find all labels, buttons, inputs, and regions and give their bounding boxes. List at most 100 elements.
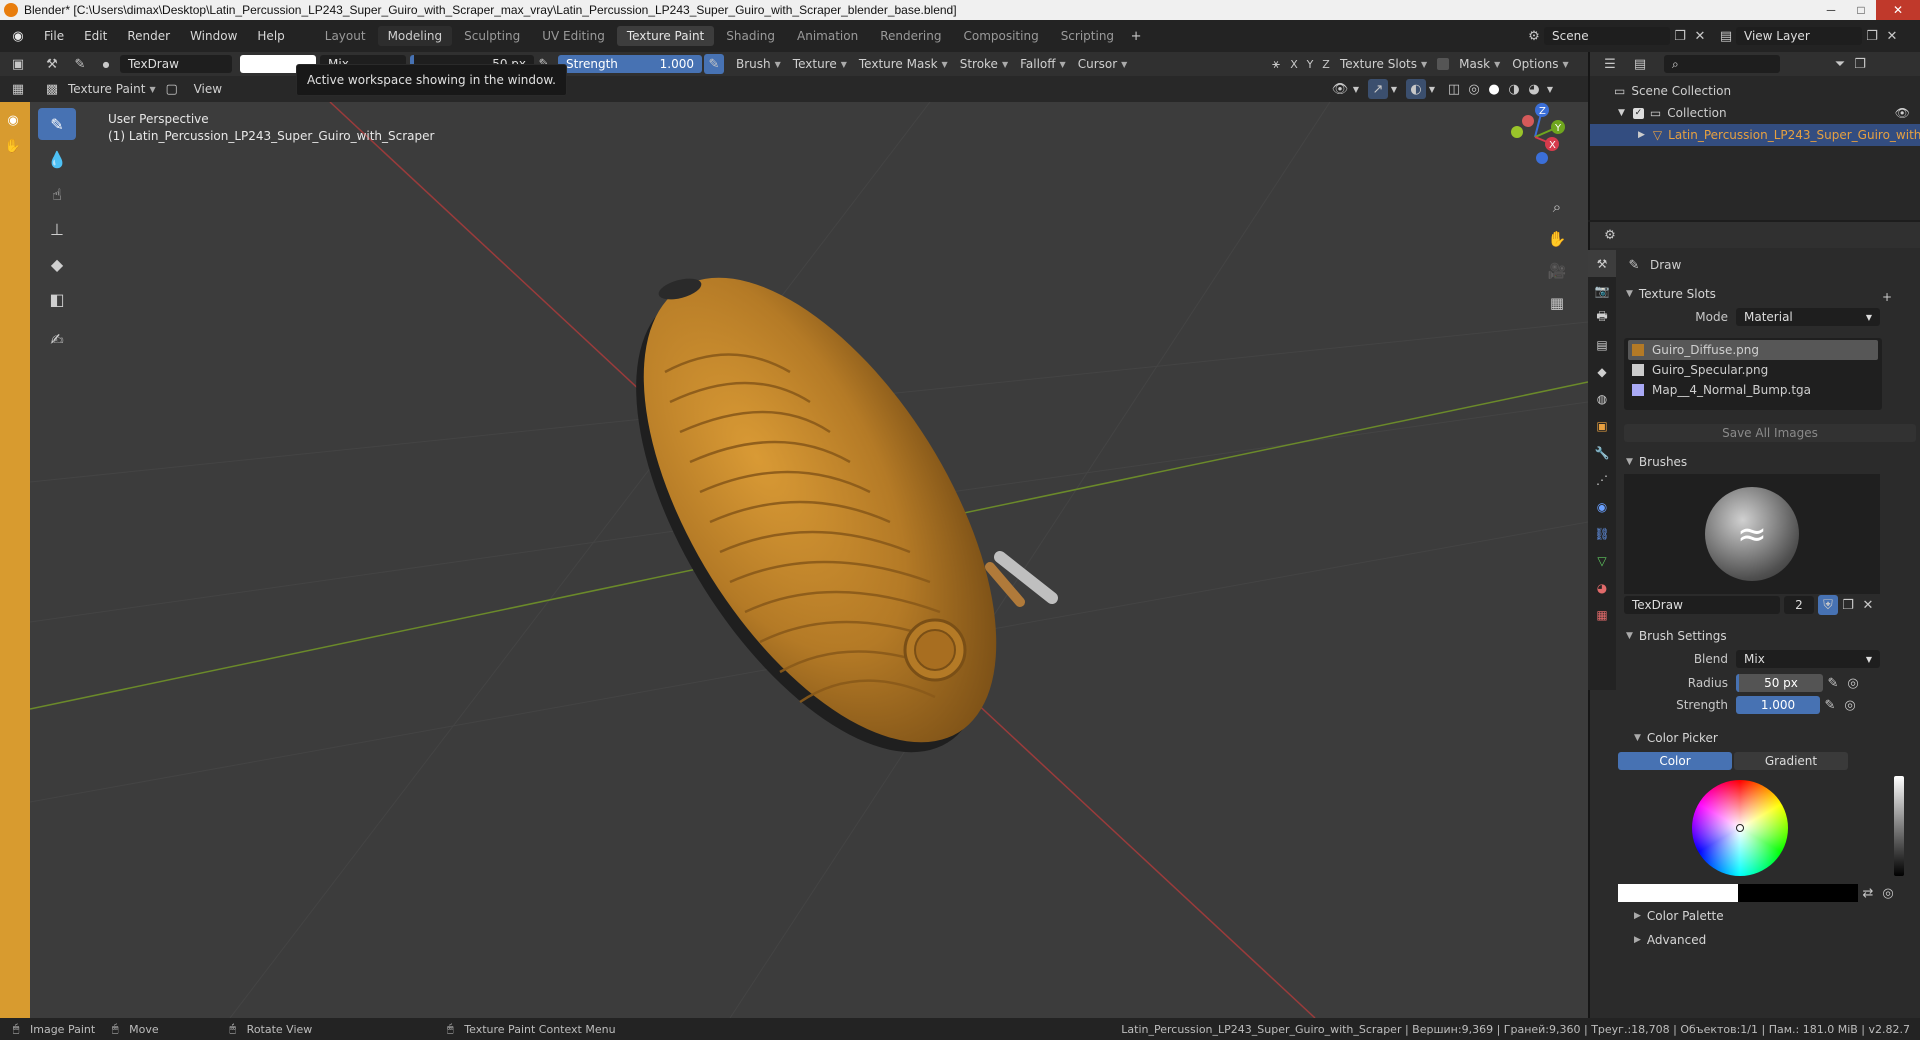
mirror-y-toggle[interactable]: Y [1302,54,1318,74]
symmetry-icon[interactable]: ⚹ [1266,54,1286,74]
xray-icon[interactable]: ◫ [1444,79,1464,99]
wireframe-shading-icon[interactable]: ◎ [1464,79,1484,99]
add-texture-slot-icon[interactable]: + [1882,290,1892,304]
blender-menu-icon[interactable]: ◉ [8,26,28,46]
properties-editor-icon[interactable]: ⚙ [1600,225,1620,245]
new-view-layer-icon[interactable]: ❐ [1862,26,1882,46]
viewport-editor-icon[interactable]: ▦ [8,79,28,99]
stroke-menu[interactable]: Stroke ▼ [954,55,1014,73]
outliner-editor-icon[interactable]: ☰ [1600,54,1620,74]
scene-field[interactable]: Scene [1544,27,1670,45]
tool-icon[interactable]: ⚒ [42,54,62,74]
gizmo-icon[interactable]: ↗ [1368,79,1388,99]
texture-slots-section[interactable]: ▼ Texture Slots [1618,282,1914,306]
mask-tool[interactable]: ◧ [38,283,76,315]
brush-name-field[interactable]: TexDraw [120,55,232,73]
texture-slots-menu[interactable]: Texture Slots ▼ [1334,55,1433,73]
primary-color-swatch[interactable] [1618,884,1738,902]
radius-pressure-toggle-icon[interactable]: ✎ [1823,673,1843,693]
tab-scripting[interactable]: Scripting [1051,26,1124,46]
texture-mask-menu[interactable]: Texture Mask ▼ [853,55,954,73]
fake-user-icon[interactable]: ⛨ [1818,595,1838,615]
color-palette-section[interactable]: ▶ Color Palette [1618,904,1914,928]
particles-properties-icon[interactable]: ⋰ [1588,466,1616,493]
overlays-icon[interactable]: ◐ [1406,79,1426,99]
zoom-icon[interactable]: ⌕ [1544,194,1570,220]
physics-properties-icon[interactable]: ◉ [1588,493,1616,520]
collection-checkbox[interactable]: ✓ [1632,107,1644,119]
tool-properties-icon[interactable]: ⚒ [1588,250,1616,277]
texture-slot-item[interactable]: Guiro_Diffuse.png [1628,340,1878,360]
strength-slider[interactable]: 1.000 [1736,696,1820,714]
color-picker-section[interactable]: ▼ Color Picker [1618,726,1914,750]
texture-properties-icon[interactable]: ▦ [1588,601,1616,628]
strength-pressure-toggle-icon[interactable]: ✎ [1820,695,1840,715]
outliner-display-icon[interactable]: ▤ [1630,54,1650,74]
menu-file[interactable]: File [34,29,74,43]
scene-properties-icon[interactable]: ◆ [1588,358,1616,385]
editor-type-icon[interactable]: ▣ [8,54,28,74]
outliner-search-input[interactable]: ⌕ [1664,55,1780,73]
3d-viewport[interactable]: User Perspective (1) Latin_Percussion_LP… [30,102,1588,1018]
duplicate-brush-icon[interactable]: ❐ [1838,595,1858,615]
strength-pressure-icon[interactable]: ✎ [704,54,724,74]
mask-mode-icon[interactable]: ▢ [162,79,182,99]
mask-checkbox[interactable] [1437,58,1450,70]
tab-modeling[interactable]: Modeling [377,26,453,46]
solid-shading-icon[interactable]: ● [1484,79,1504,99]
menu-edit[interactable]: Edit [74,29,117,43]
gradient-tab[interactable]: Gradient [1734,752,1848,770]
visibility-dropdown-icon[interactable]: ▼ [1350,79,1362,99]
view-menu[interactable]: View [188,80,228,98]
collection-visibility-icon[interactable]: 👁 [1895,106,1910,120]
output-properties-icon[interactable]: 🖶 [1588,304,1616,331]
unified-color-icon[interactable]: ◎ [1878,883,1898,903]
new-scene-icon[interactable]: ❐ [1670,26,1690,46]
swap-colors-icon[interactable]: ⇄ [1858,883,1878,903]
texture-slot-item[interactable]: Guiro_Specular.png [1628,360,1878,380]
ortho-grid-icon[interactable]: ▦ [1544,290,1570,316]
constraints-properties-icon[interactable]: ⛓ [1588,520,1616,547]
strip-paint-icon[interactable]: ◉ [3,110,23,130]
add-workspace-icon[interactable]: + [1126,26,1146,46]
pan-hand-icon[interactable]: ✋ [1544,226,1570,252]
menu-window[interactable]: Window [180,29,247,43]
brushes-section[interactable]: ▼ Brushes [1618,450,1914,474]
tab-sculpting[interactable]: Sculpting [454,26,530,46]
outliner-filter-icon[interactable]: ⏷ [1830,54,1850,74]
texture-menu[interactable]: Texture ▼ [787,55,853,73]
color-tab[interactable]: Color [1618,752,1732,770]
material-properties-icon[interactable]: ◕ [1588,574,1616,601]
world-properties-icon[interactable]: ◍ [1588,385,1616,412]
save-all-images-button[interactable]: Save All Images [1624,424,1916,442]
collection-label[interactable]: Collection [1667,106,1726,120]
maximize-button[interactable]: □ [1846,0,1876,20]
delete-view-layer-icon[interactable]: ✕ [1882,26,1902,46]
modifier-properties-icon[interactable]: 🔧 [1588,439,1616,466]
tab-texture-paint[interactable]: Texture Paint [616,26,715,46]
overlays-dropdown-icon[interactable]: ▼ [1426,79,1438,99]
material-shading-icon[interactable]: ◑ [1504,79,1524,99]
draw-tool[interactable]: ✎ [38,108,76,140]
tab-animation[interactable]: Animation [787,26,868,46]
data-properties-icon[interactable]: ▽ [1588,547,1616,574]
shading-dropdown-icon[interactable]: ▼ [1544,79,1556,99]
menu-help[interactable]: Help [247,29,294,43]
tab-layout[interactable]: Layout [315,26,376,46]
strip-hand-icon[interactable]: ✋ [3,136,23,156]
falloff-menu[interactable]: Falloff ▼ [1014,55,1072,73]
mirror-z-toggle[interactable]: Z [1318,54,1334,74]
value-slider[interactable] [1894,776,1904,876]
visibility-icon[interactable]: 👁 [1330,79,1350,99]
collection-expand-icon[interactable]: ▼ [1618,108,1625,118]
view-layer-field[interactable]: View Layer [1736,27,1862,45]
tab-rendering[interactable]: Rendering [870,26,951,46]
strength-slider[interactable]: Strength 1.000 [558,55,702,73]
clone-tool[interactable]: ⊥ [38,213,76,245]
minimize-button[interactable]: ─ [1816,0,1846,20]
smear-tool[interactable]: ☝ [38,178,76,210]
camera-icon[interactable]: 🎥 [1544,258,1570,284]
mode-dropdown[interactable]: Texture Paint ▼ [62,80,162,98]
navigation-gizmo[interactable]: Z Y X [1490,102,1586,188]
brush-icon[interactable]: ✎ [70,54,90,74]
